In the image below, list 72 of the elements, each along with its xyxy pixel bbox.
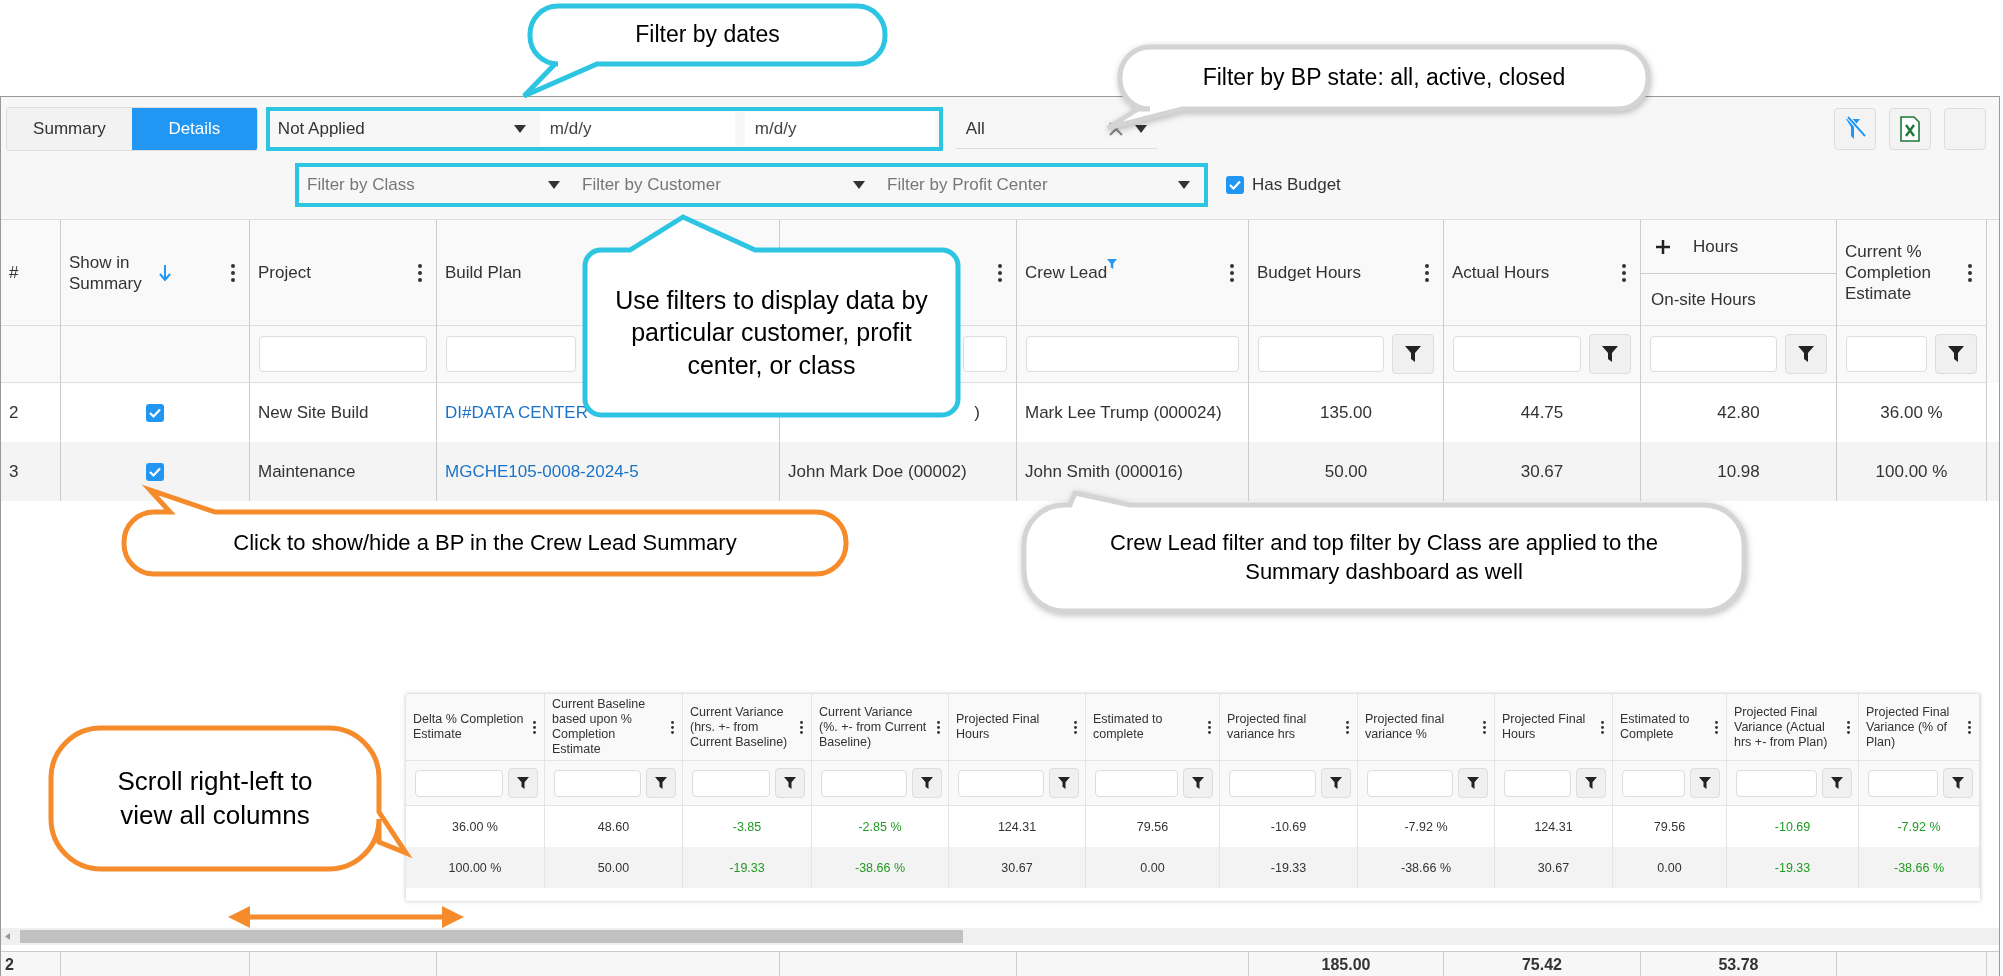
column-header: Current Baseline based upon % Completion Estimate [552,697,647,757]
table-cell: John Mark Doe (00002) [788,461,967,482]
column-header: Current Variance (hrs. +- from Current Baseline) [690,704,789,750]
table-cell: -10.69 [1774,819,1811,834]
table-cell: 124.31 [997,819,1037,834]
table-cell: 36.00 % [1880,402,1943,423]
column-header: Delta % Completion Estimate [413,712,525,742]
column-header: Projected final variance hrs [1227,712,1308,742]
table-cell: 124.31 [1534,819,1573,834]
table-cell: -3.85 [732,819,762,834]
table-cell: 44.75 [1520,402,1564,423]
column-total: 53.78 [1718,955,1759,974]
table-cell: 50.00 [597,860,630,875]
column-total: 75.42 [1521,955,1562,974]
column-header: Estimated to Complete [1620,712,1691,742]
table-cell: -7.92 % [1897,819,1941,834]
table-cell: -38.66 % [1401,860,1451,875]
table-cell: -19.33 [1774,860,1811,875]
row-number: 2 [9,402,19,423]
table-cell: 30.67 [1520,461,1564,482]
table-cell: -38.66 % [855,860,905,875]
table-cell: -38.66 % [1894,860,1944,875]
table-cell: 48.60 [597,819,630,834]
column-header: Current Variance (%. +- from Current Baseline) [819,704,928,750]
column-header: Project [258,262,311,283]
callout-tooltip: Crew Lead filter and top filter by Class are applied to the Summary dashboard as well [1020,489,1748,615]
table-cell: -10.69 [1270,819,1307,834]
column-header: Projected Final Hours [956,712,1041,742]
callout-tooltip: Scroll right-left to view all columns [47,724,410,873]
table-cell: 42.80 [1717,402,1760,423]
column-header: Projected final variance % [1365,712,1446,742]
column-header: Build Plan [445,262,522,283]
table-cell: 50.00 [1324,461,1368,482]
table-cell: -19.33 [1270,860,1307,875]
row-number: 3 [9,461,19,482]
table-cell: 100.00 % [1875,461,1948,482]
column-header: On-site Hours [1651,289,1756,310]
table-cell: 10.98 [1717,461,1760,482]
table-cell: New Site Build [258,402,369,423]
table-cell: 30.67 [1001,860,1033,875]
table-cell: 0.00 [1657,860,1682,875]
table-cell: 0.00 [1140,860,1165,875]
column-header: Estimated to complete [1093,712,1164,742]
table-cell: 36.00 % [452,819,498,834]
callout-tooltip: Filter by dates [520,2,889,100]
column-header: Projected Final Variance (% of Plan) [1866,704,1951,750]
column-total: 185.00 [1321,955,1371,974]
column-header: Crew Lead [1025,262,1108,283]
row-count: 2 [5,955,14,974]
table-cell: -2.85 % [858,819,902,834]
column-header: # [9,262,19,283]
column-header: Current % Completion Estimate [1845,241,1932,304]
column-header: Projected Final Variance (Actual hrs +- from Plan) [1734,704,1829,750]
table-cell: 79.56 [1653,819,1686,834]
column-group-header: Hours [1693,236,1739,257]
table-cell: Mark Lee Trump (000024) [1025,402,1222,423]
column-header: Projected Final Hours [1502,712,1587,742]
table-cell: 135.00 [1320,402,1372,423]
table-cell: 79.56 [1136,819,1169,834]
table-cell: -19.33 [729,860,765,875]
table-cell: Maintenance [258,461,356,482]
table-cell: 100.00 % [448,860,502,875]
table-cell: -7.92 % [1404,819,1448,834]
table-cell: 30.67 [1537,860,1570,875]
table-cell: John Smith (000016) [1025,461,1183,482]
callout-tooltip: Filter by BP state: all, active, closed [1104,43,1652,132]
table-cell: ) [974,402,980,423]
callout-tooltip: Click to show/hide a BP in the Crew Lead Summary [120,486,850,578]
column-header: Actual Hours [1452,262,1550,283]
column-header: Budget Hours [1257,262,1361,283]
column-header: Show in Summary [69,251,143,294]
checkbox-label: Has Budget [1252,175,1341,195]
